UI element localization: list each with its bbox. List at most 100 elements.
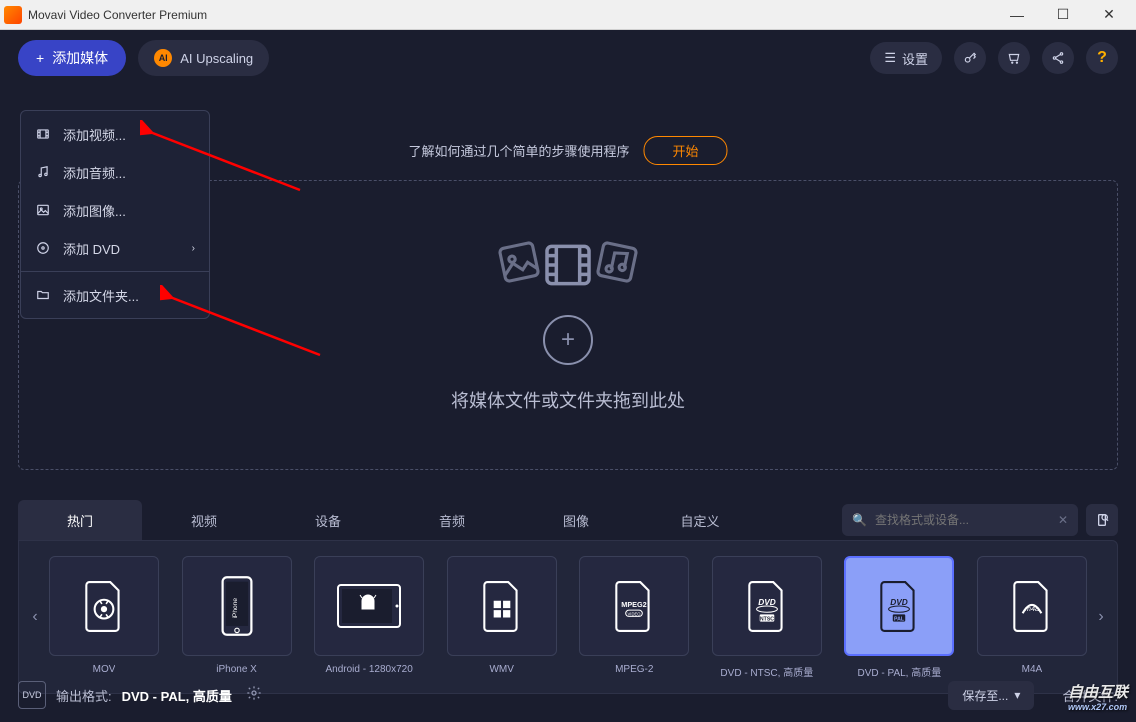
tutorial-text: 了解如何通过几个简单的步骤使用程序	[408, 141, 629, 160]
add-media-dropdown: 添加视频... 添加音频... 添加图像... 添加 DVD ›	[20, 110, 210, 319]
format-thumb[interactable]: DVD PAL	[844, 556, 954, 656]
search-input[interactable]	[875, 513, 1050, 527]
detect-icon	[1094, 512, 1110, 528]
clear-search-button[interactable]: ✕	[1058, 513, 1068, 527]
add-media-label: 添加媒体	[52, 48, 108, 68]
key-button[interactable]	[954, 42, 986, 74]
add-dvd-label: 添加 DVD	[63, 239, 120, 258]
svg-text:DVD: DVD	[891, 596, 909, 606]
output-settings-button[interactable]	[246, 685, 262, 706]
format-thumb[interactable]: m4a	[977, 556, 1087, 656]
next-formats-button[interactable]: ›	[1091, 608, 1111, 626]
format-thumb[interactable]	[314, 556, 424, 656]
format-card-m4a[interactable]: m4a M4A	[973, 556, 1091, 679]
plus-icon: +	[36, 50, 44, 66]
video-icon	[35, 126, 51, 142]
top-toolbar: + 添加媒体 AI AI Upscaling ☰ 设置 ?	[0, 30, 1136, 86]
add-audio-label: 添加音频...	[63, 163, 126, 182]
add-audio-item[interactable]: 添加音频...	[21, 153, 209, 191]
dropdown-divider	[21, 271, 209, 272]
maximize-button[interactable]: ☐	[1040, 0, 1086, 30]
format-label: M4A	[1022, 664, 1043, 675]
format-label: MOV	[93, 664, 116, 675]
svg-text:PAL: PAL	[894, 616, 905, 622]
tab-devices[interactable]: 设备	[266, 500, 390, 540]
format-search[interactable]: 🔍 ✕	[842, 504, 1078, 536]
save-to-button[interactable]: 保存至... ▾	[948, 681, 1034, 710]
ai-badge-icon: AI	[154, 49, 172, 67]
tab-image[interactable]: 图像	[514, 500, 638, 540]
cart-icon	[1007, 51, 1021, 65]
tab-video[interactable]: 视频	[142, 500, 266, 540]
media-type-icons	[496, 237, 640, 293]
chevron-right-icon: ›	[192, 243, 195, 254]
add-image-item[interactable]: 添加图像...	[21, 191, 209, 229]
format-panel: ‹ MOV iPhone iPhone X Android - 1280x720 WMV…	[18, 540, 1118, 694]
detect-device-button[interactable]	[1086, 504, 1118, 536]
add-folder-item[interactable]: 添加文件夹...	[21, 276, 209, 314]
bottom-bar: DVD 输出格式: DVD - PAL, 高质量 保存至... ▾ 合并文件:	[18, 674, 1118, 716]
start-tutorial-button[interactable]: 开始	[644, 136, 728, 165]
ai-upscaling-label: AI Upscaling	[180, 51, 253, 66]
app-title: Movavi Video Converter Premium	[28, 8, 994, 22]
folder-icon	[35, 287, 51, 303]
format-card-mov[interactable]: MOV	[45, 556, 163, 679]
output-format-icon: DVD	[18, 681, 46, 709]
cart-button[interactable]	[998, 42, 1030, 74]
svg-text:m4a: m4a	[1025, 604, 1039, 613]
format-card-dvd-ntsc[interactable]: DVDNTSCDVD - NTSC, 高质量	[708, 556, 826, 679]
help-button[interactable]: ?	[1086, 42, 1118, 74]
tab-audio[interactable]: 音频	[390, 500, 514, 540]
tab-custom[interactable]: 自定义	[638, 500, 762, 540]
svg-text:NTSC: NTSC	[760, 616, 774, 622]
sliders-icon: ☰	[884, 50, 896, 66]
settings-button[interactable]: ☰ 设置	[870, 42, 942, 74]
format-card-iphone[interactable]: iPhone iPhone X	[178, 556, 296, 679]
format-label: iPhone X	[216, 664, 257, 675]
tab-popular[interactable]: 热门	[18, 500, 142, 540]
close-button[interactable]: ✕	[1086, 0, 1132, 30]
format-list: MOV iPhone iPhone X Android - 1280x720 WMV MP…	[45, 556, 1091, 679]
add-video-label: 添加视频...	[63, 125, 126, 144]
image-icon	[35, 202, 51, 218]
minimize-button[interactable]: —	[994, 0, 1040, 30]
format-card-dvd-pal[interactable]: DVDPALDVD - PAL, 高质量	[840, 556, 958, 679]
drop-zone-text: 将媒体文件或文件夹拖到此处	[451, 387, 685, 413]
ai-upscaling-button[interactable]: AI AI Upscaling	[138, 40, 269, 76]
share-icon	[1051, 51, 1065, 65]
svg-text:DVD: DVD	[758, 596, 776, 606]
search-icon: 🔍	[852, 513, 867, 527]
settings-label: 设置	[902, 49, 928, 68]
app-icon	[4, 6, 22, 24]
tutorial-banner: 了解如何通过几个简单的步骤使用程序 开始	[408, 136, 727, 165]
share-button[interactable]	[1042, 42, 1074, 74]
format-thumb[interactable]: DVD NTSC	[712, 556, 822, 656]
prev-formats-button[interactable]: ‹	[25, 608, 45, 626]
format-card-android[interactable]: Android - 1280x720	[310, 556, 428, 679]
svg-text:iPhone: iPhone	[232, 597, 239, 618]
format-card-mpeg2[interactable]: MPEG2 VIDEO MPEG-2	[575, 556, 693, 679]
add-image-label: 添加图像...	[63, 201, 126, 220]
format-card-wmv[interactable]: WMV	[443, 556, 561, 679]
format-tabs: 热门 视频 设备 音频 图像 自定义 🔍 ✕	[18, 500, 1118, 540]
add-dvd-item[interactable]: 添加 DVD ›	[21, 229, 209, 267]
format-thumb[interactable]	[49, 556, 159, 656]
add-video-item[interactable]: 添加视频...	[21, 115, 209, 153]
merge-files-label: 合并文件:	[1062, 686, 1118, 705]
svg-text:MPEG2: MPEG2	[622, 600, 647, 609]
svg-text:VIDEO: VIDEO	[628, 611, 642, 616]
disc-icon	[35, 240, 51, 256]
format-thumb[interactable]: iPhone	[182, 556, 292, 656]
chevron-down-icon: ▾	[1014, 688, 1020, 702]
output-label: 输出格式:	[56, 686, 112, 705]
format-label: Android - 1280x720	[325, 664, 412, 675]
add-circle-button[interactable]: +	[543, 315, 593, 365]
add-media-button[interactable]: + 添加媒体	[18, 40, 126, 76]
format-label: WMV	[489, 664, 513, 675]
format-thumb[interactable]: MPEG2 VIDEO	[579, 556, 689, 656]
format-thumb[interactable]	[447, 556, 557, 656]
titlebar: Movavi Video Converter Premium — ☐ ✕	[0, 0, 1136, 30]
music-icon	[35, 164, 51, 180]
save-to-label: 保存至...	[962, 687, 1008, 704]
format-label: MPEG-2	[615, 664, 653, 675]
